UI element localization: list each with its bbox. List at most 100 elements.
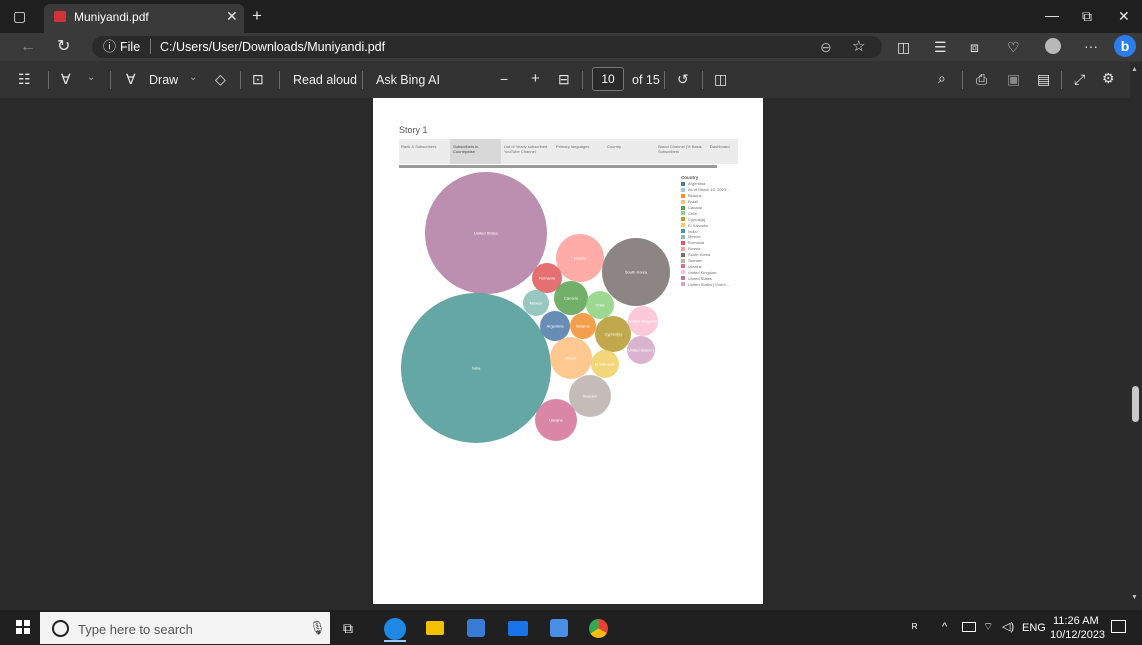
favorite-star-icon[interactable]: ☆ xyxy=(852,39,865,54)
legend-swatch xyxy=(681,282,685,287)
bubble-label: Mexico xyxy=(530,301,543,306)
new-tab-icon[interactable]: + xyxy=(252,7,262,24)
close-tab-icon[interactable]: ✕ xyxy=(226,9,238,23)
zoom-icon[interactable]: ⊖ xyxy=(820,40,832,54)
legend-label: As of March 16, 2023… xyxy=(688,187,731,193)
bubble-label: Canada xyxy=(564,296,579,301)
bubble-label: India xyxy=(472,366,481,371)
refresh-icon[interactable]: ↻ xyxy=(57,39,70,55)
toolbar-separator xyxy=(664,71,665,89)
show-hidden-icons[interactable]: ^ xyxy=(942,621,947,633)
browser-essentials-icon[interactable]: ♡ xyxy=(1007,40,1020,54)
split-screen-icon[interactable]: ◫ xyxy=(897,40,910,54)
legend-swatch xyxy=(681,187,685,192)
zoom-in-icon[interactable]: + xyxy=(531,71,540,86)
page-number-input[interactable]: 10 xyxy=(592,67,624,91)
fullscreen-icon[interactable]: ⤢ xyxy=(1074,72,1085,86)
bubble-label: United Kingdom xyxy=(629,319,658,324)
battery-icon[interactable] xyxy=(962,622,976,632)
erase-icon[interactable]: ◇ xyxy=(215,72,226,86)
legend-swatch xyxy=(681,181,685,186)
legend-swatch xyxy=(681,258,685,263)
file-explorer-icon[interactable] xyxy=(426,621,444,635)
legend-swatch xyxy=(681,223,685,228)
legend-label: United Kingdom xyxy=(688,269,717,275)
bubble-label: Ukraine xyxy=(549,418,564,423)
legend-label: India xyxy=(688,228,697,234)
notifications-icon[interactable] xyxy=(1111,620,1126,633)
volume-icon[interactable]: ◁) xyxy=(1002,620,1014,633)
bubble-label: Belarus xyxy=(576,324,590,329)
info-icon[interactable]: ⓘ xyxy=(103,40,116,53)
toolbar-separator xyxy=(362,71,363,89)
bubble-label: South Korea xyxy=(625,270,648,275)
edge-app-icon[interactable] xyxy=(384,618,406,640)
draw-dropdown-icon[interactable]: ⌄ xyxy=(189,73,197,83)
legend-swatch xyxy=(681,252,685,257)
wifi-icon[interactable]: ⌔ xyxy=(983,620,993,634)
toolbar-separator xyxy=(962,71,963,89)
mail-icon[interactable] xyxy=(508,621,528,636)
taskbar-search-placeholder: Type here to search xyxy=(78,622,193,637)
bubble-label: Chile xyxy=(595,303,605,308)
scroll-down-icon[interactable]: ▼ xyxy=(1131,594,1138,601)
draw-button[interactable]: Draw xyxy=(149,73,178,87)
favorites-icon[interactable]: ☰ xyxy=(934,40,947,54)
legend-label: Romania xyxy=(688,240,705,246)
chrome-icon[interactable] xyxy=(589,619,608,638)
chart-legend: Argentina As of March 16, 2023… Belarus Bra… xyxy=(681,181,761,287)
people-icon[interactable]: ᴿ xyxy=(912,621,917,635)
language-indicator[interactable]: ENG xyxy=(1022,622,1046,634)
settings-gear-icon[interactable]: ⚙ xyxy=(1102,71,1115,85)
fit-page-icon[interactable]: ⊟ xyxy=(558,72,570,86)
tab-actions-icon[interactable]: ▢ xyxy=(13,9,26,23)
close-window-icon[interactable]: ✕ xyxy=(1118,9,1130,23)
print-icon[interactable]: ⎙ xyxy=(976,72,987,86)
microphone-icon[interactable]: 🎙 xyxy=(309,620,326,636)
legend-label: United States xyxy=(688,275,713,281)
legend-swatch xyxy=(681,205,685,210)
save-icon[interactable]: ▣ xyxy=(1007,72,1020,86)
legend-label: El Salvador xyxy=(688,222,709,228)
page-total: of 15 xyxy=(632,73,660,87)
bing-copilot-icon[interactable]: b xyxy=(1114,35,1136,57)
legend-label: Ukraine xyxy=(688,263,702,269)
store-icon[interactable] xyxy=(467,619,485,637)
windows-start-icon[interactable] xyxy=(16,620,30,634)
bubble-label: Sweden xyxy=(583,394,597,399)
back-icon[interactable]: ← xyxy=(20,39,36,55)
clock-date[interactable]: 10/12/2023 xyxy=(1050,629,1105,641)
clock-time[interactable]: 11:26 AM xyxy=(1053,615,1099,627)
draw-icon[interactable]: ∀ xyxy=(126,72,136,86)
read-aloud-button[interactable]: Read aloud xyxy=(293,73,357,87)
vertical-scrollbar[interactable] xyxy=(1130,62,1142,610)
legend-label: South Korea xyxy=(688,252,711,258)
legend-swatch xyxy=(681,264,685,269)
legend-swatch xyxy=(681,229,685,234)
ask-bing-button[interactable]: Ask Bing AI xyxy=(376,73,440,87)
scroll-up-icon[interactable]: ▲ xyxy=(1131,66,1138,73)
page-view-icon[interactable]: ◫ xyxy=(714,72,727,86)
minimize-icon[interactable]: — xyxy=(1045,8,1059,22)
rotate-icon[interactable]: ↺ xyxy=(677,72,689,86)
search-icon[interactable]: ⌕ xyxy=(938,71,946,85)
legend-label: Canada xyxy=(688,205,703,210)
restore-icon[interactable]: ⧉ xyxy=(1082,9,1092,23)
scrollbar-thumb[interactable] xyxy=(1132,386,1139,422)
collections-icon[interactable]: ⧈ xyxy=(970,40,979,54)
save-as-icon[interactable]: ▤ xyxy=(1037,72,1050,86)
legend-label: Russia xyxy=(688,246,701,252)
highlight-dropdown-icon[interactable]: ⌄ xyxy=(87,73,95,83)
highlight-icon[interactable]: ∀ xyxy=(61,72,71,86)
more-menu-icon[interactable]: ··· xyxy=(1084,39,1098,53)
task-view-icon[interactable]: ⧉ xyxy=(343,620,353,637)
contents-icon[interactable]: ☷ xyxy=(18,72,31,86)
photos-icon[interactable] xyxy=(550,619,568,637)
legend-item: United States [ Event… xyxy=(681,281,761,287)
bubble-label: United States xyxy=(474,231,498,236)
url-scheme-label: File xyxy=(120,40,141,54)
text-box-icon[interactable]: ⊡ xyxy=(252,72,264,86)
profile-avatar[interactable] xyxy=(1045,38,1061,54)
bubble-label: United States [ xyxy=(628,348,655,353)
zoom-out-icon[interactable]: − xyxy=(500,72,508,86)
